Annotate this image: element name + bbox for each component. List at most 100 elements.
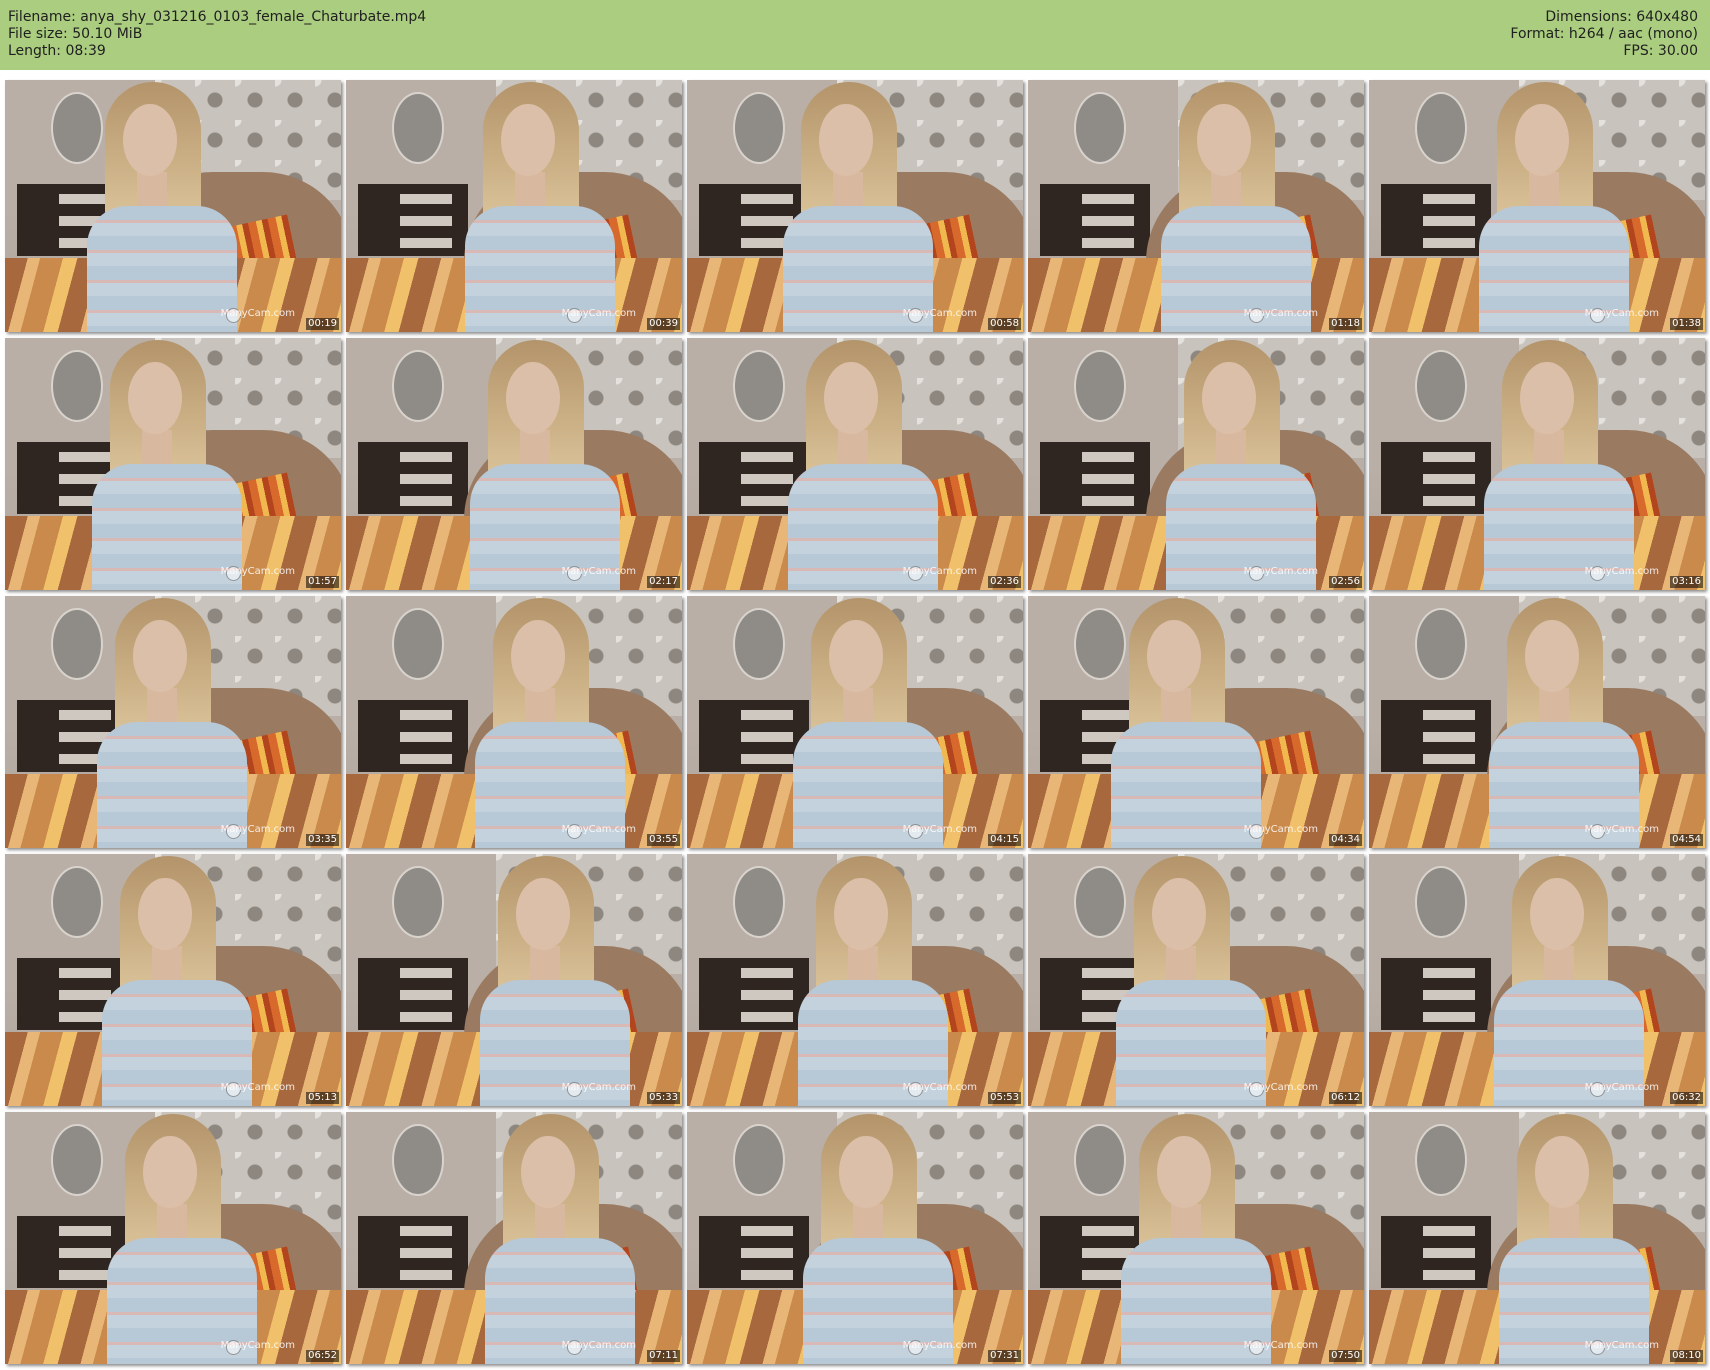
watermark-text: ManyCam.com [220, 1082, 295, 1093]
watermark-text: ManyCam.com [1584, 1082, 1659, 1093]
wall-mirror [1415, 350, 1467, 422]
person-figure [1487, 596, 1639, 848]
timestamp-label: 01:38 [1670, 318, 1703, 330]
dresser [1381, 442, 1491, 514]
watermark-text: ManyCam.com [561, 308, 636, 319]
wall-mirror [1415, 1124, 1467, 1196]
video-thumbnail[interactable]: ManyCam.com 04:15 [687, 596, 1023, 848]
person-figure [90, 338, 242, 590]
length-text: Length: 08:39 [8, 43, 106, 59]
timestamp-label: 02:36 [988, 576, 1021, 588]
timestamp-label: 08:10 [1670, 1350, 1703, 1362]
timestamp-label: 02:17 [647, 576, 680, 588]
person-figure [786, 338, 938, 590]
dresser [1381, 1216, 1491, 1288]
timestamp-label: 03:35 [306, 834, 339, 846]
video-thumbnail[interactable]: ManyCam.com 02:36 [687, 338, 1023, 590]
video-thumbnail[interactable]: ManyCam.com 05:33 [346, 854, 682, 1106]
dresser [699, 958, 809, 1030]
dresser [358, 958, 468, 1030]
person-figure [791, 596, 943, 848]
timestamp-label: 04:54 [1670, 834, 1703, 846]
dresser [358, 700, 468, 772]
timestamp-label: 05:13 [306, 1092, 339, 1104]
video-thumbnail[interactable]: ManyCam.com 07:31 [687, 1112, 1023, 1364]
video-thumbnail[interactable]: ManyCam.com 05:53 [687, 854, 1023, 1106]
video-thumbnail[interactable]: ManyCam.com 00:39 [346, 80, 682, 332]
timestamp-label: 05:53 [988, 1092, 1021, 1104]
video-thumbnail[interactable]: ManyCam.com 05:13 [5, 854, 341, 1106]
watermark-text: ManyCam.com [902, 824, 977, 835]
wall-mirror [1074, 350, 1126, 422]
video-thumbnail[interactable]: ManyCam.com 06:52 [5, 1112, 341, 1364]
info-header: Filename: anya_shy_031216_0103_female_Ch… [0, 0, 1710, 70]
timestamp-label: 07:50 [1329, 1350, 1362, 1362]
timestamp-label: 06:32 [1670, 1092, 1703, 1104]
person-figure [1119, 1112, 1271, 1364]
wall-mirror [392, 866, 444, 938]
watermark-text: ManyCam.com [1243, 308, 1318, 319]
fps-text: FPS: 30.00 [1623, 43, 1698, 59]
timestamp-label: 04:15 [988, 834, 1021, 846]
dresser [1381, 958, 1491, 1030]
video-thumbnail[interactable]: ManyCam.com 00:19 [5, 80, 341, 332]
watermark-text: ManyCam.com [1243, 824, 1318, 835]
video-thumbnail[interactable]: ManyCam.com 01:38 [1369, 80, 1705, 332]
wall-mirror [392, 92, 444, 164]
timestamp-label: 07:11 [647, 1350, 680, 1362]
format-text: Format: h264 / aac (mono) [1510, 26, 1698, 42]
video-thumbnail[interactable]: ManyCam.com 03:16 [1369, 338, 1705, 590]
wall-mirror [1415, 92, 1467, 164]
wall-mirror [392, 350, 444, 422]
wall-mirror [733, 866, 785, 938]
video-thumbnail[interactable]: ManyCam.com 02:56 [1028, 338, 1364, 590]
video-thumbnail[interactable]: ManyCam.com 03:35 [5, 596, 341, 848]
video-thumbnail[interactable]: ManyCam.com 04:34 [1028, 596, 1364, 848]
person-figure [781, 80, 933, 332]
timestamp-label: 03:16 [1670, 576, 1703, 588]
wall-mirror [51, 1124, 103, 1196]
video-thumbnail[interactable]: ManyCam.com 06:32 [1369, 854, 1705, 1106]
person-figure [1497, 1112, 1649, 1364]
watermark-text: ManyCam.com [561, 1082, 636, 1093]
video-thumbnail[interactable]: ManyCam.com 03:55 [346, 596, 682, 848]
person-figure [95, 596, 247, 848]
wall-mirror [392, 608, 444, 680]
person-figure [478, 854, 630, 1106]
person-figure [468, 338, 620, 590]
video-thumbnail[interactable]: ManyCam.com 06:12 [1028, 854, 1364, 1106]
person-figure [1159, 80, 1311, 332]
video-thumbnail[interactable]: ManyCam.com 01:18 [1028, 80, 1364, 332]
timestamp-label: 06:52 [306, 1350, 339, 1362]
person-figure [105, 1112, 257, 1364]
watermark-text: ManyCam.com [1584, 824, 1659, 835]
timestamp-label: 06:12 [1329, 1092, 1362, 1104]
video-thumbnail[interactable]: ManyCam.com 08:10 [1369, 1112, 1705, 1364]
filename-text: Filename: anya_shy_031216_0103_female_Ch… [8, 9, 427, 25]
timestamp-label: 00:19 [306, 318, 339, 330]
video-thumbnail[interactable]: ManyCam.com 04:54 [1369, 596, 1705, 848]
person-figure [473, 596, 625, 848]
timestamp-label: 07:31 [988, 1350, 1021, 1362]
filesize-text: File size: 50.10 MiB [8, 26, 143, 42]
watermark-text: ManyCam.com [220, 824, 295, 835]
video-thumbnail[interactable]: ManyCam.com 00:58 [687, 80, 1023, 332]
dresser [1381, 184, 1491, 256]
watermark-text: ManyCam.com [1243, 566, 1318, 577]
person-figure [1482, 338, 1634, 590]
video-thumbnail[interactable]: ManyCam.com 07:11 [346, 1112, 682, 1364]
video-thumbnail[interactable]: ManyCam.com 01:57 [5, 338, 341, 590]
watermark-text: ManyCam.com [1243, 1340, 1318, 1351]
watermark-text: ManyCam.com [220, 1340, 295, 1351]
person-figure [1164, 338, 1316, 590]
dresser [1381, 700, 1491, 772]
wall-mirror [733, 350, 785, 422]
watermark-text: ManyCam.com [902, 1340, 977, 1351]
dresser [1040, 184, 1150, 256]
person-figure [100, 854, 252, 1106]
wall-mirror [51, 866, 103, 938]
video-thumbnail[interactable]: ManyCam.com 02:17 [346, 338, 682, 590]
thumbnail-grid: ManyCam.com 00:19 ManyCam.com 00:39 ManyCam.… [0, 70, 1710, 1370]
video-thumbnail[interactable]: ManyCam.com 07:50 [1028, 1112, 1364, 1364]
timestamp-label: 01:18 [1329, 318, 1362, 330]
